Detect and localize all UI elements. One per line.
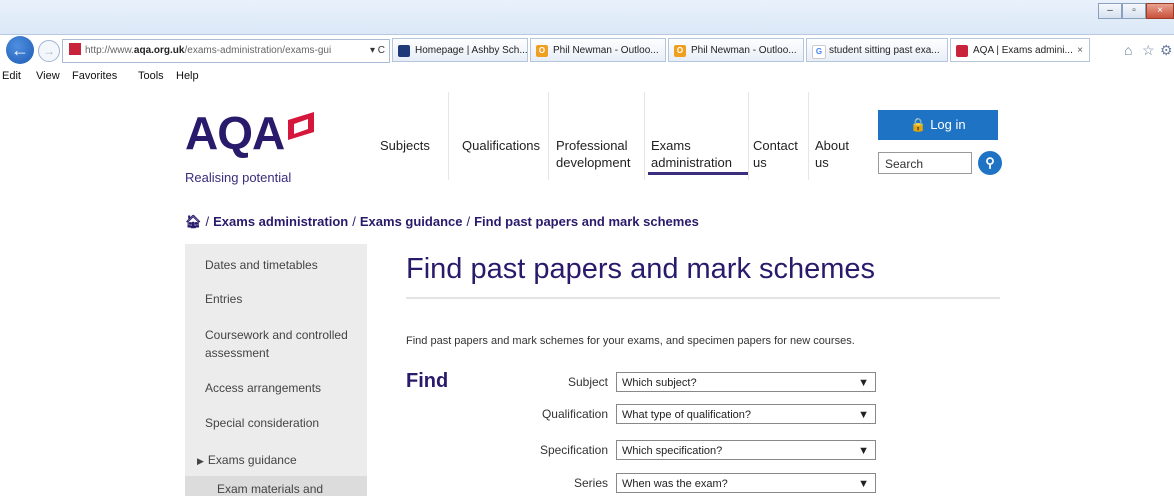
forward-button[interactable]: → bbox=[38, 40, 60, 62]
outlook-icon: O bbox=[674, 45, 686, 57]
tab-ashby[interactable]: Homepage | Ashby Sch... bbox=[392, 38, 528, 62]
breadcrumb-exams-administration[interactable]: Exams administration bbox=[213, 214, 348, 229]
nav-divider bbox=[448, 92, 449, 180]
back-button[interactable]: ← bbox=[6, 36, 34, 64]
intro-text: Find past papers and mark schemes for yo… bbox=[406, 335, 855, 347]
active-nav-indicator bbox=[648, 172, 748, 175]
subject-select[interactable]: Which subject? ▼ bbox=[616, 372, 876, 392]
browser-chrome: – ▫ × ← → http://www.aqa.org.uk/exams-ad… bbox=[0, 0, 1174, 96]
chevron-down-icon: ▼ bbox=[858, 409, 869, 421]
specification-label: Specification bbox=[539, 443, 608, 457]
nav-subjects[interactable]: Subjects bbox=[380, 137, 430, 154]
tab-label: AQA | Exams admini... bbox=[973, 45, 1073, 56]
menu-tools[interactable]: Tools bbox=[138, 70, 164, 82]
tagline: Realising potential bbox=[185, 170, 292, 185]
google-icon: G bbox=[812, 45, 826, 59]
qualification-label: Qualification bbox=[541, 407, 608, 421]
chevron-right-icon: ▶ bbox=[197, 456, 204, 466]
menu-help[interactable]: Help bbox=[176, 70, 199, 82]
find-heading: Find bbox=[406, 370, 449, 392]
address-domain: aqa.org.uk bbox=[133, 45, 185, 56]
sidebar-item-special-consideration[interactable]: Special consideration bbox=[205, 414, 319, 432]
sidebar-item-exams-guidance[interactable]: ▶ Exams guidance bbox=[197, 451, 297, 470]
tab-outlook-2[interactable]: O Phil Newman - Outloo... bbox=[668, 38, 804, 62]
sidebar-item-access-arrangements[interactable]: Access arrangements bbox=[205, 379, 321, 397]
sidebar-item-coursework[interactable]: Coursework and controlled assessment bbox=[205, 326, 355, 362]
chevron-down-icon: ▼ bbox=[858, 445, 869, 457]
nav-professional-development[interactable]: Professional development bbox=[556, 137, 640, 171]
settings-gear-icon[interactable]: ⚙ bbox=[1160, 42, 1173, 59]
menu-edit[interactable]: Edit bbox=[2, 70, 21, 82]
sidebar-item-entries[interactable]: Entries bbox=[205, 290, 242, 308]
menu-view[interactable]: View bbox=[36, 70, 60, 82]
nav-contact-us[interactable]: Contact us bbox=[753, 137, 805, 171]
sidebar-item-exam-materials[interactable]: Exam materials and bbox=[217, 480, 323, 498]
tab-outlook-1[interactable]: O Phil Newman - Outloo... bbox=[530, 38, 666, 62]
sidebar-item-label: Exams guidance bbox=[207, 453, 297, 467]
search-icon[interactable]: ⚲ bbox=[978, 151, 1002, 175]
close-tab-icon[interactable]: × bbox=[1077, 39, 1083, 61]
qualification-select[interactable]: What type of qualification? ▼ bbox=[616, 404, 876, 424]
nav-exams-administration[interactable]: Exams administration bbox=[651, 137, 747, 171]
breadcrumb-exams-guidance[interactable]: Exams guidance bbox=[360, 214, 463, 229]
nav-divider bbox=[644, 92, 645, 180]
sidebar-item-dates-timetables[interactable]: Dates and timetables bbox=[205, 256, 318, 274]
home-icon[interactable]: 🏠︎ bbox=[185, 214, 202, 229]
lock-icon: 🔒 bbox=[910, 117, 927, 132]
menu-favorites[interactable]: Favorites bbox=[72, 70, 117, 82]
tab-label: Homepage | Ashby Sch... bbox=[415, 45, 528, 56]
address-bar[interactable]: http://www.aqa.org.uk/exams-administrati… bbox=[62, 39, 390, 63]
title-bar bbox=[0, 0, 1174, 35]
page-title: Find past papers and mark schemes bbox=[406, 253, 876, 285]
aqa-logo[interactable]: AQA bbox=[185, 110, 285, 156]
maximize-button[interactable]: ▫ bbox=[1122, 3, 1146, 19]
series-label: Series bbox=[573, 476, 608, 490]
chevron-down-icon: ▼ bbox=[858, 377, 869, 389]
series-select[interactable]: When was the exam? ▼ bbox=[616, 473, 876, 493]
minimize-button[interactable]: – bbox=[1098, 3, 1122, 19]
specification-select[interactable]: Which specification? ▼ bbox=[616, 440, 876, 460]
home-icon[interactable]: ⌂ bbox=[1124, 42, 1132, 58]
login-button[interactable]: 🔒 Log in bbox=[878, 110, 998, 140]
address-prefix: http://www. bbox=[85, 45, 134, 56]
tab-aqa-active[interactable]: AQA | Exams admini... × bbox=[950, 38, 1090, 62]
close-window-button[interactable]: × bbox=[1146, 3, 1174, 19]
tab-label: Phil Newman - Outloo... bbox=[691, 45, 797, 56]
aqa-favicon-icon bbox=[69, 43, 81, 55]
breadcrumb: 🏠︎ / Exams administration / Exams guidance / F… bbox=[185, 214, 699, 229]
breadcrumb-current: Find past papers and mark schemes bbox=[474, 214, 699, 229]
sidebar: Dates and timetables Entries Coursework … bbox=[185, 244, 367, 496]
tab-label: student sitting past exa... bbox=[829, 45, 940, 56]
aqa-logo-mark-icon bbox=[288, 112, 314, 140]
search-input[interactable]: Search bbox=[878, 152, 972, 174]
nav-divider bbox=[548, 92, 549, 180]
refresh-icon[interactable]: ▾ C bbox=[370, 40, 385, 62]
qualification-select-value: What type of qualification? bbox=[622, 409, 752, 421]
chevron-down-icon: ▼ bbox=[858, 478, 869, 490]
divider bbox=[406, 297, 1000, 299]
specification-select-value: Which specification? bbox=[622, 445, 723, 457]
nav-divider bbox=[808, 92, 809, 180]
address-path: /exams-administration/exams-gui bbox=[184, 45, 332, 56]
nav-divider bbox=[748, 92, 749, 180]
subject-label: Subject bbox=[567, 375, 608, 389]
series-select-value: When was the exam? bbox=[622, 478, 728, 490]
school-favicon-icon bbox=[398, 45, 410, 57]
sidebar-subitem[interactable]: Exam materials and bbox=[185, 476, 367, 496]
tab-google-search[interactable]: G student sitting past exa... bbox=[806, 38, 948, 62]
nav-about-us[interactable]: About us bbox=[815, 137, 855, 171]
nav-qualifications[interactable]: Qualifications bbox=[462, 137, 540, 154]
tab-label: Phil Newman - Outloo... bbox=[553, 45, 659, 56]
favorites-star-icon[interactable]: ☆ bbox=[1142, 42, 1155, 59]
subject-select-value: Which subject? bbox=[622, 377, 697, 389]
aqa-favicon-icon bbox=[956, 45, 968, 57]
outlook-icon: O bbox=[536, 45, 548, 57]
login-label: Log in bbox=[930, 117, 966, 132]
